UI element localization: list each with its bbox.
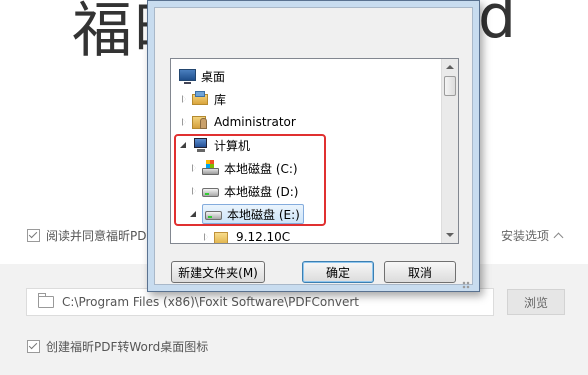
install-path-value: C:\Program Files (x86)\Foxit Software\PD… <box>62 295 360 309</box>
resize-grip-icon[interactable] <box>459 278 471 290</box>
expand-arrow-icon[interactable] <box>201 232 211 242</box>
tree-item-label: 9.12.10C <box>236 230 291 244</box>
tree-item-desktop[interactable]: 桌面 <box>179 65 225 87</box>
tree-scrollbar[interactable] <box>441 59 458 243</box>
shortcut-checkbox[interactable] <box>27 340 40 353</box>
install-options-toggle[interactable]: 安装选项 <box>501 227 564 244</box>
folder-icon <box>38 293 54 308</box>
new-folder-button[interactable]: 新建文件夹(M) <box>171 261 265 283</box>
browse-button[interactable]: 浏览 <box>507 289 565 315</box>
agree-checkbox[interactable] <box>27 229 40 242</box>
tree-item-library[interactable]: 库 <box>179 88 226 110</box>
tree-item-label: 桌面 <box>201 69 226 84</box>
desktop-icon <box>179 69 196 84</box>
library-icon <box>192 91 209 107</box>
tree-item-folder-91210c[interactable]: 9.12.10C <box>201 226 291 244</box>
shortcut-row: 创建福昕PDF转Word桌面图标 <box>27 338 208 355</box>
tree-item-administrator[interactable]: Administrator <box>179 111 296 133</box>
scroll-up-arrow-icon[interactable] <box>442 59 458 75</box>
user-folder-icon <box>192 114 209 130</box>
annotation-highlight-box <box>174 134 326 226</box>
ok-button[interactable]: 确定 <box>302 261 374 283</box>
scroll-thumb[interactable] <box>444 76 456 96</box>
install-options-label: 安装选项 <box>501 229 550 243</box>
app-title-right: d <box>478 0 517 52</box>
cancel-button[interactable]: 取消 <box>384 261 456 283</box>
expand-arrow-icon[interactable] <box>179 117 189 127</box>
chevron-up-icon <box>553 232 564 243</box>
install-path-field[interactable]: C:\Program Files (x86)\Foxit Software\PD… <box>26 288 494 316</box>
tree-item-label: 库 <box>214 92 227 107</box>
scroll-down-arrow-icon[interactable] <box>442 227 458 243</box>
shortcut-label: 创建福昕PDF转Word桌面图标 <box>46 340 209 354</box>
agree-label: 阅读并同意福昕PDF <box>46 229 154 243</box>
folder-icon <box>214 229 231 243</box>
expand-arrow-icon[interactable] <box>179 94 189 104</box>
tree-item-label: Administrator <box>214 115 296 129</box>
agree-row: 阅读并同意福昕PDF <box>27 227 153 244</box>
